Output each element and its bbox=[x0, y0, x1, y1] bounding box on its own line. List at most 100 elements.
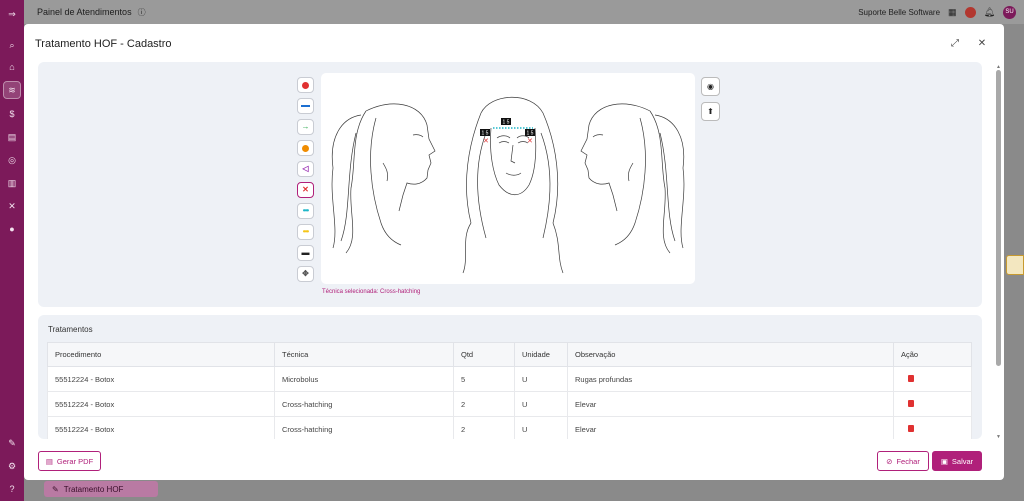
company-name[interactable]: Suporte Belle Software bbox=[858, 8, 940, 17]
tool-move[interactable]: ✥ bbox=[297, 266, 314, 282]
maximize-icon[interactable]: ⤢ bbox=[949, 37, 961, 49]
bell-icon[interactable]: 🔔︎ bbox=[984, 7, 995, 18]
sidebar: ⇒ ⌕ ⌂ ≋ $ ▤ ◎ ▥ ✕ ● ✎ ⚙ ? bbox=[0, 0, 24, 501]
right-profile-face bbox=[580, 103, 685, 254]
whatsapp-icon[interactable] bbox=[964, 6, 976, 18]
topbar: Painel de Atendimentos ⓘ Suporte Belle S… bbox=[24, 0, 1024, 24]
tool-red-dot[interactable] bbox=[297, 77, 314, 93]
table-row[interactable]: 55512224 - Botox Microbolus 5 U Rugas pr… bbox=[47, 366, 972, 392]
orange-dot-icon bbox=[302, 144, 309, 152]
avatar[interactable]: SU bbox=[1003, 5, 1016, 19]
modal-dialog: Tratamento HOF - Cadastro ⤢ ✕ ▲ ▼ → ◁ ✕ … bbox=[24, 24, 1004, 480]
expand-menu-icon[interactable]: ⇒ bbox=[4, 6, 20, 22]
annotation-label-left: 1 5 bbox=[482, 131, 489, 137]
col-observacao: Observação bbox=[567, 342, 894, 367]
treatments-title: Tratamentos bbox=[48, 325, 93, 334]
cell-observacao: Rugas profundas bbox=[567, 366, 894, 392]
scrollbar-thumb[interactable] bbox=[996, 70, 1001, 366]
purple-fan-icon: ◁ bbox=[302, 164, 309, 173]
table-header-row: Procedimento Técnica Qtd Unidade Observa… bbox=[47, 342, 972, 367]
save-label: Salvar bbox=[951, 456, 974, 466]
col-qtd: Qtd bbox=[453, 342, 515, 367]
face-canvas[interactable]: 1 5 1 5 1 5 ✕ ✕ bbox=[321, 73, 695, 284]
pdf-icon: ▤ bbox=[45, 456, 53, 466]
edit-icon[interactable]: ✎ bbox=[4, 435, 20, 451]
cell-procedimento: 55512224 - Botox bbox=[47, 416, 275, 439]
close-button[interactable]: ⊘ Fechar bbox=[877, 451, 929, 471]
cell-qtd: 2 bbox=[453, 416, 515, 439]
target-icon[interactable]: ◎ bbox=[4, 152, 20, 168]
edit-icon: ✎ bbox=[52, 484, 59, 494]
cell-acao bbox=[893, 366, 972, 392]
cell-acao bbox=[893, 416, 972, 439]
red-x-mark-left: ✕ bbox=[483, 138, 489, 145]
col-procedimento: Procedimento bbox=[47, 342, 275, 367]
help-circle-icon[interactable]: ⓘ bbox=[138, 7, 146, 18]
chart-icon[interactable]: ▥ bbox=[4, 175, 20, 191]
tools-icon[interactable]: ✕ bbox=[4, 198, 20, 214]
background-tab-label: Tratamento HOF bbox=[63, 484, 124, 494]
red-x-icon: ✕ bbox=[302, 185, 309, 194]
col-tecnica: Técnica bbox=[274, 342, 454, 367]
cell-qtd: 5 bbox=[453, 366, 515, 392]
chat-icon[interactable]: ● bbox=[4, 221, 20, 237]
cell-observacao: Elevar bbox=[567, 416, 894, 439]
cell-tecnica: Cross-hatching bbox=[274, 391, 454, 417]
archive-icon[interactable]: ▤ bbox=[4, 129, 20, 145]
cell-tecnica: Microbolus bbox=[274, 366, 454, 392]
cell-unidade: U bbox=[514, 416, 568, 439]
gear-icon[interactable]: ⚙ bbox=[4, 458, 20, 474]
cell-tecnica: Cross-hatching bbox=[274, 416, 454, 439]
dollar-icon[interactable]: $ bbox=[4, 106, 20, 122]
save-icon: ▣ bbox=[940, 456, 948, 466]
hide-button[interactable]: ◉ bbox=[701, 77, 720, 96]
table-row[interactable]: 55512224 - Botox Cross-hatching 2 U Elev… bbox=[47, 416, 972, 439]
close-icon[interactable]: ✕ bbox=[976, 37, 988, 49]
selected-technique: Técnica selecionada: Cross-hatching bbox=[322, 289, 421, 295]
modal-title: Tratamento HOF - Cadastro bbox=[35, 38, 172, 50]
move-icon: ✥ bbox=[302, 269, 309, 278]
red-x-mark-right: ✕ bbox=[527, 138, 533, 145]
block-icon: ⊘ bbox=[886, 456, 893, 466]
tool-purple-fan[interactable]: ◁ bbox=[297, 161, 314, 177]
face-illustrations: 1 5 1 5 1 5 ✕ ✕ bbox=[331, 96, 685, 274]
trash-icon[interactable] bbox=[908, 424, 914, 432]
close-label: Fechar bbox=[896, 456, 920, 466]
cell-procedimento: 55512224 - Botox bbox=[47, 391, 275, 417]
green-arrow-icon: → bbox=[301, 122, 310, 131]
generate-pdf-label: Gerar PDF bbox=[56, 456, 94, 466]
treatments-panel: Tratamentos Procedimento Técnica Qtd Uni… bbox=[38, 315, 982, 439]
tool-black-dashed[interactable]: ▬ bbox=[297, 245, 314, 261]
tool-green-arrow[interactable]: → bbox=[297, 119, 314, 135]
save-button[interactable]: ▣ Salvar bbox=[932, 451, 982, 471]
help-icon[interactable]: ? bbox=[4, 481, 20, 497]
teal-dotted-line-icon: ••• bbox=[302, 206, 309, 215]
injection-annotations[interactable]: 1 5 1 5 1 5 ✕ ✕ bbox=[480, 118, 535, 145]
cell-unidade: U bbox=[514, 391, 568, 417]
tool-orange-dot[interactable] bbox=[297, 140, 314, 156]
front-face bbox=[462, 96, 564, 274]
cell-acao bbox=[893, 391, 972, 417]
blue-line-icon bbox=[301, 105, 310, 107]
background-tab[interactable]: ✎ Tratamento HOF bbox=[44, 481, 158, 497]
generate-pdf-button[interactable]: ▤ Gerar PDF bbox=[38, 451, 101, 471]
tool-yellow-dotted[interactable]: ••• bbox=[297, 224, 314, 240]
col-acao: Ação bbox=[893, 342, 972, 367]
search-icon[interactable]: ⌕ bbox=[4, 37, 20, 53]
side-magic-button[interactable] bbox=[1006, 255, 1024, 275]
tool-red-x[interactable]: ✕ bbox=[297, 182, 314, 198]
calendar-icon[interactable]: ▦ bbox=[948, 7, 957, 18]
trash-icon[interactable] bbox=[908, 399, 914, 407]
scroll-down-icon[interactable]: ▼ bbox=[996, 434, 1001, 440]
layers-icon[interactable]: ≋ bbox=[3, 81, 21, 99]
treatments-table: Procedimento Técnica Qtd Unidade Observa… bbox=[47, 342, 972, 439]
table-row[interactable]: 55512224 - Botox Cross-hatching 2 U Elev… bbox=[47, 391, 972, 417]
red-dot-icon bbox=[302, 81, 309, 89]
tool-teal-dotted[interactable]: ••• bbox=[297, 203, 314, 219]
yellow-dotted-line-icon: ••• bbox=[302, 227, 309, 236]
tool-blue-line[interactable] bbox=[297, 98, 314, 114]
trash-icon[interactable] bbox=[908, 374, 914, 382]
upload-button[interactable]: ⬆ bbox=[701, 102, 720, 121]
home-icon[interactable]: ⌂ bbox=[4, 59, 20, 75]
cell-unidade: U bbox=[514, 366, 568, 392]
